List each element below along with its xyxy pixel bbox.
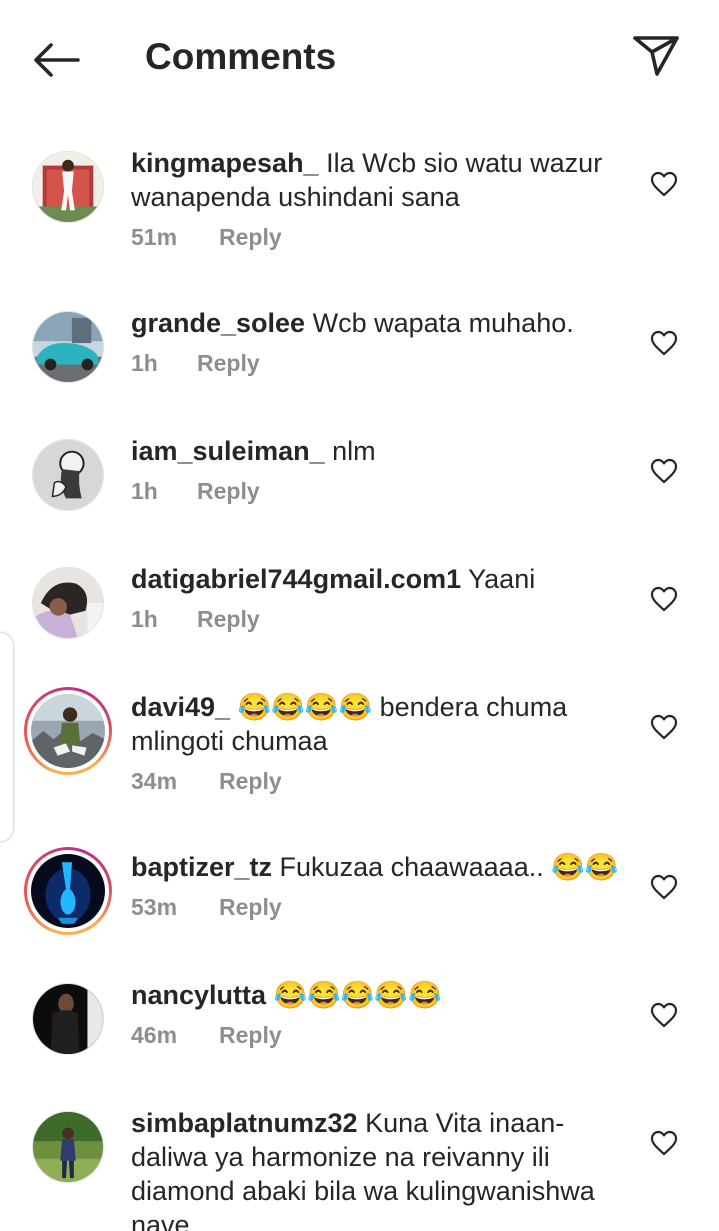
heart-icon[interactable] (650, 171, 678, 197)
avatar[interactable] (32, 983, 104, 1055)
avatar-image (32, 311, 104, 383)
avatar-image (32, 567, 104, 639)
heart-icon[interactable] (650, 586, 678, 612)
comment-time: 51m (131, 224, 178, 250)
heart-icon[interactable] (650, 1130, 678, 1156)
comments-list: kingmapesah_ Ila Wcb sio watu wazur wana… (0, 0, 719, 1231)
comment-time: 34m (131, 768, 178, 794)
comment-username[interactable]: kingmapesah_ (131, 148, 319, 178)
avatar-image (32, 439, 104, 511)
avatar[interactable] (32, 439, 104, 511)
reply-button[interactable]: Reply (197, 478, 260, 505)
avatar[interactable] (32, 311, 104, 383)
avatar-image (31, 694, 105, 768)
avatar[interactable] (32, 567, 104, 639)
avatar-image (32, 151, 104, 223)
comment-username[interactable]: baptizer_tz (131, 852, 272, 882)
comment-time: 1h (131, 606, 158, 632)
heart-icon[interactable] (650, 874, 678, 900)
comment-time: 53m (131, 894, 178, 920)
avatar-image (32, 983, 104, 1055)
comment-username[interactable]: nancylutta (131, 980, 266, 1010)
comment-username[interactable]: davi49_ (131, 692, 230, 722)
avatar-image (31, 854, 105, 928)
comment-text: Fukuzaa chaawaaaa.. 😂😂 (279, 852, 619, 882)
story-ring[interactable] (24, 847, 112, 935)
reply-button[interactable]: Reply (219, 894, 282, 921)
heart-icon[interactable] (650, 330, 678, 356)
comment-text: Yaani (468, 564, 536, 594)
avatar[interactable] (32, 1111, 104, 1183)
reply-button[interactable]: Reply (219, 768, 282, 795)
comment-text: 😂😂😂😂😂 (273, 980, 442, 1010)
heart-icon[interactable] (650, 458, 678, 484)
comment-time: 1h (131, 350, 158, 376)
reply-button[interactable]: Reply (219, 1022, 282, 1049)
comment-text: Wcb wapata muhaho. (312, 308, 574, 338)
comment-username[interactable]: datigabriel744gmail.com1 (131, 564, 461, 594)
comment-username[interactable]: simbaplatnumz32 (131, 1108, 358, 1138)
avatar[interactable] (32, 151, 104, 223)
heart-icon[interactable] (650, 1002, 678, 1028)
comment-text: nlm (332, 436, 376, 466)
comment-time: 1h (131, 478, 158, 504)
reply-button[interactable]: Reply (197, 606, 260, 633)
reply-button[interactable]: Reply (219, 224, 282, 251)
avatar-image (32, 1111, 104, 1183)
comment-username[interactable]: grande_solee (131, 308, 305, 338)
reply-button[interactable]: Reply (197, 350, 260, 377)
story-ring[interactable] (24, 687, 112, 775)
comment-username[interactable]: iam_suleiman_ (131, 436, 325, 466)
comment-time: 46m (131, 1022, 178, 1048)
heart-icon[interactable] (650, 714, 678, 740)
